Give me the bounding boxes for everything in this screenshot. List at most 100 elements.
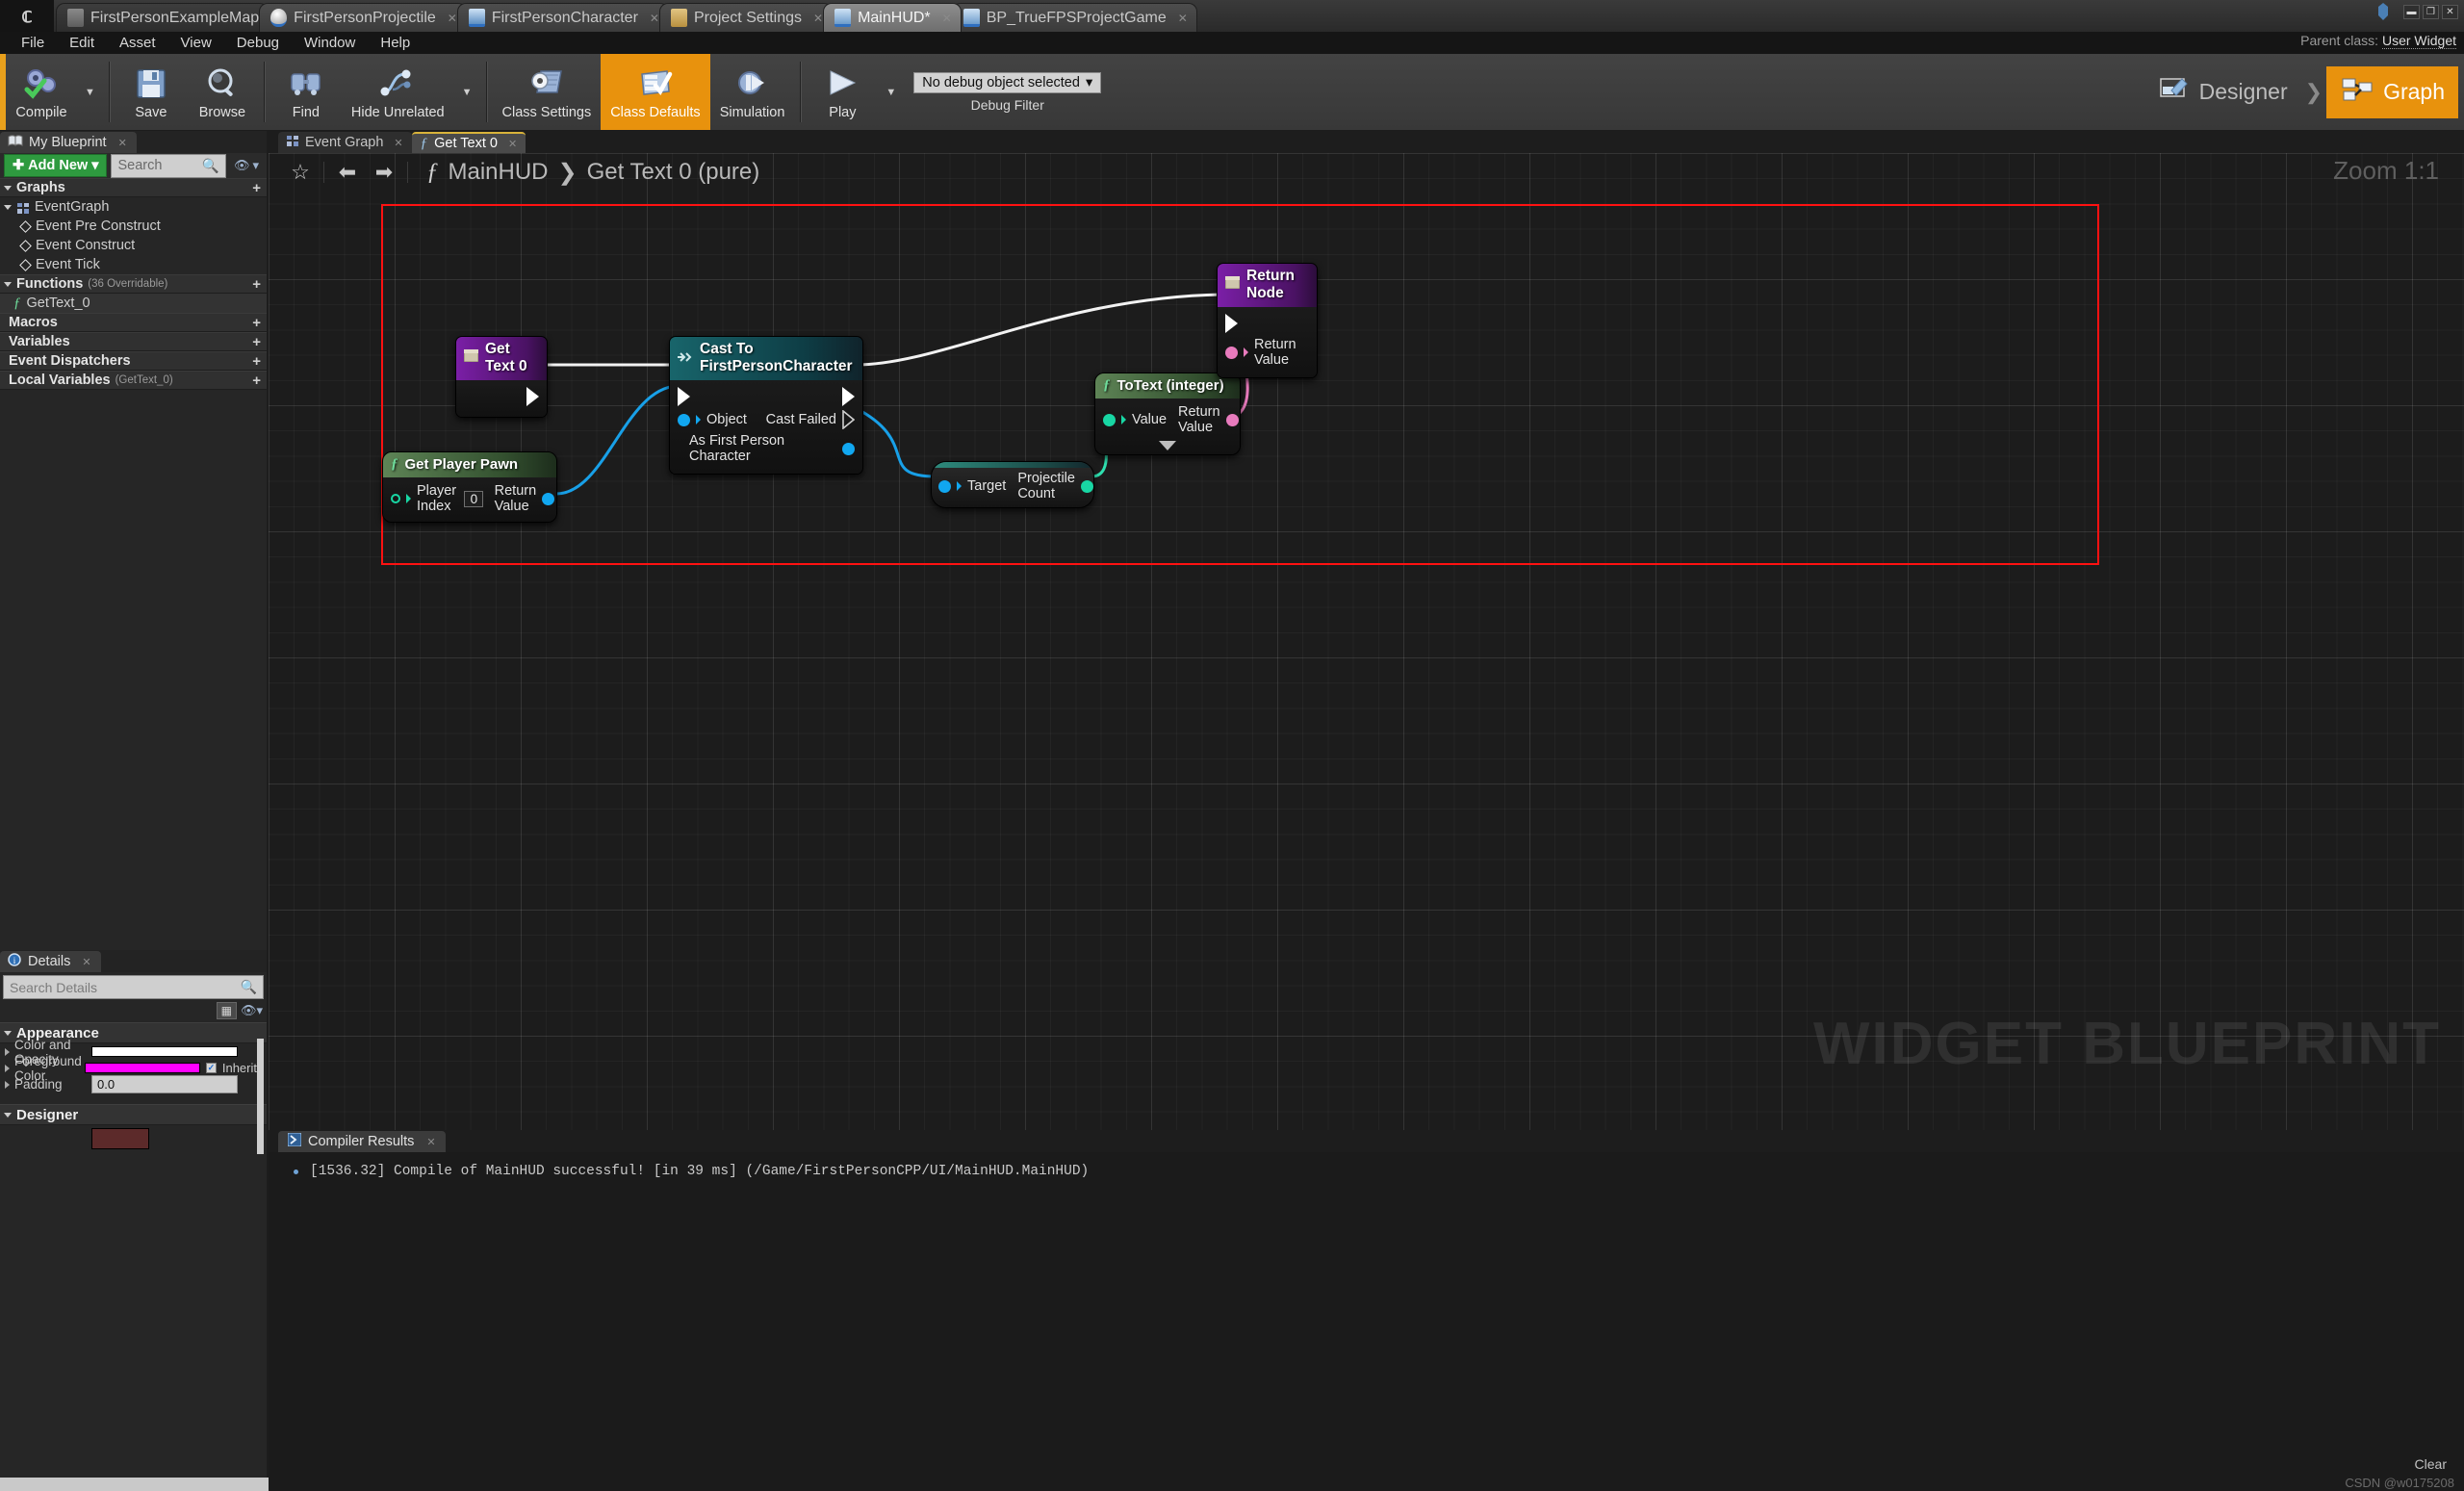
pin-cast-failed-output[interactable]: Cast Failed <box>766 410 855 429</box>
details-search-input[interactable]: Search Details 🔍 <box>3 975 264 999</box>
tab-get-text-0[interactable]: ƒ Get Text 0 ✕ <box>412 132 526 153</box>
close-icon[interactable]: ✕ <box>82 956 90 968</box>
tab-my-blueprint[interactable]: My Blueprint ✕ <box>0 132 137 153</box>
back-arrow-icon[interactable]: ⬅ <box>329 156 366 189</box>
window-tab-5[interactable]: BP_TrueFPSProjectGame ✕ <box>952 3 1197 32</box>
visibility-filter-button[interactable]: 👁 ▾ <box>230 158 263 173</box>
clear-button[interactable]: Clear <box>2415 1456 2447 1472</box>
tree-item-event-pre-construct[interactable]: Event Pre Construct <box>0 217 267 236</box>
close-icon[interactable]: ✕ <box>448 12 457 25</box>
add-dispatcher-icon[interactable]: + <box>252 353 261 370</box>
details-category-designer[interactable]: Designer <box>0 1104 267 1125</box>
debug-object-select[interactable]: No debug object selected ▾ <box>913 72 1101 93</box>
window-tab-2[interactable]: FirstPersonCharacter ✕ <box>457 3 669 32</box>
close-icon[interactable]: ✕ <box>508 138 517 150</box>
pin-return-value-input[interactable]: Return Value <box>1225 337 1309 368</box>
menu-item-window[interactable]: Window <box>292 33 368 53</box>
node-get-player-pawn[interactable]: ƒ Get Player Pawn Player Index 0 Return … <box>382 451 557 523</box>
menu-item-view[interactable]: View <box>168 33 224 53</box>
section-local-variables[interactable]: Local Variables (GetText_0) + <box>0 371 267 390</box>
close-icon[interactable]: ✕ <box>118 137 127 149</box>
exec-input-pin[interactable] <box>1225 314 1238 333</box>
details-scrollbar[interactable] <box>257 1039 264 1154</box>
hide-unrelated-dropdown-arrow[interactable]: ▼ <box>454 54 480 130</box>
close-icon[interactable]: ✕ <box>813 12 823 25</box>
class-settings-button[interactable]: Class Settings <box>493 54 602 130</box>
breadcrumb-item-current[interactable]: Get Text 0 (pure) <box>587 159 760 186</box>
tree-item-gettext0[interactable]: ƒ GetText_0 <box>0 294 267 313</box>
breadcrumb-item-root[interactable]: MainHUD <box>449 159 549 186</box>
add-new-button[interactable]: ✚ Add New ▾ <box>4 154 107 177</box>
node-get-text-0[interactable]: Get Text 0 <box>455 336 548 418</box>
pin-object-input[interactable]: Object <box>678 412 747 427</box>
expand-triangle-icon[interactable] <box>5 1081 10 1089</box>
add-variable-icon[interactable]: + <box>252 334 261 350</box>
pin-projectile-count-output[interactable]: Projectile Count <box>1017 471 1093 501</box>
node-projectile-count[interactable]: Target Projectile Count <box>931 461 1094 508</box>
color-swatch[interactable] <box>91 1128 149 1149</box>
graph-mode-button[interactable]: Graph <box>2326 66 2458 118</box>
add-function-icon[interactable]: + <box>252 276 261 293</box>
pin-return-value-output[interactable]: Return Value <box>1178 404 1239 435</box>
menu-item-help[interactable]: Help <box>368 33 423 53</box>
parent-class-value[interactable]: User Widget <box>2382 33 2456 49</box>
pin-return-value-output[interactable]: Return Value <box>495 483 555 514</box>
node-totext-integer[interactable]: ƒ ToText (integer) Value Return Value <box>1094 373 1241 455</box>
inherit-checkbox[interactable]: ✓ <box>206 1063 217 1073</box>
close-button[interactable]: ✕ <box>2442 5 2458 19</box>
section-variables[interactable]: Variables + <box>0 332 267 351</box>
my-blueprint-search-input[interactable]: Search 🔍 <box>111 154 225 178</box>
minimize-button[interactable]: ▬ <box>2403 5 2420 19</box>
bookmark-star-icon[interactable]: ☆ <box>282 156 319 189</box>
section-functions[interactable]: Functions (36 Overridable) + <box>0 274 267 294</box>
details-grid-view-button[interactable]: ▦ <box>217 1002 237 1019</box>
menu-item-asset[interactable]: Asset <box>107 33 168 53</box>
section-graphs[interactable]: Graphs + <box>0 178 267 197</box>
compiler-message-row[interactable]: [1536.32] Compile of MainHUD successful!… <box>269 1152 2464 1179</box>
tab-compiler-results[interactable]: Compiler Results ✕ <box>278 1131 446 1152</box>
tree-item-event-construct[interactable]: Event Construct <box>0 236 267 255</box>
tree-item-eventgraph[interactable]: EventGraph <box>0 197 267 217</box>
window-tab-4[interactable]: MainHUD* ✕ <box>823 3 962 32</box>
graph-canvas[interactable]: ☆ ⬅ ➡ ƒ MainHUD ❯ Get Text 0 (pure) Zoom… <box>269 153 2464 1130</box>
designer-mode-button[interactable]: Designer <box>2144 66 2301 118</box>
simulation-button[interactable]: Simulation <box>710 54 795 130</box>
browse-button[interactable]: Browse <box>187 54 258 130</box>
expand-node-caret-icon[interactable] <box>1159 441 1176 450</box>
play-dropdown-arrow[interactable]: ▼ <box>878 54 904 130</box>
save-button[interactable]: Save <box>116 54 187 130</box>
exec-output-pin[interactable] <box>526 387 539 406</box>
add-macro-icon[interactable]: + <box>252 315 261 331</box>
player-index-value-input[interactable]: 0 <box>464 491 483 507</box>
pin-target-input[interactable]: Target <box>938 478 1006 494</box>
close-icon[interactable]: ✕ <box>394 137 402 149</box>
pin-as-first-person-character-output[interactable]: As First Person Character <box>689 433 855 464</box>
expand-triangle-icon[interactable] <box>5 1065 10 1072</box>
add-local-variable-icon[interactable]: + <box>252 373 261 389</box>
find-button[interactable]: Find <box>270 54 342 130</box>
menu-item-file[interactable]: File <box>9 33 57 53</box>
close-icon[interactable]: ✕ <box>1178 12 1188 25</box>
compile-dropdown-arrow[interactable]: ▼ <box>77 54 103 130</box>
exec-output-pin[interactable] <box>842 387 855 406</box>
section-macros[interactable]: Macros + <box>0 313 267 332</box>
class-defaults-button[interactable]: Class Defaults <box>601 54 709 130</box>
restore-button[interactable]: ❐ <box>2423 5 2439 19</box>
tab-details[interactable]: i Details ✕ <box>0 951 101 972</box>
node-cast-to-firstpersoncharacter[interactable]: Cast To FirstPersonCharacter Object <box>669 336 863 475</box>
window-tab-1[interactable]: FirstPersonProjectile ✕ <box>259 3 467 32</box>
play-button[interactable]: Play <box>807 54 878 130</box>
color-swatch[interactable] <box>85 1063 200 1073</box>
compile-button[interactable]: Compile <box>6 54 77 130</box>
padding-input[interactable]: 0.0 <box>91 1075 238 1093</box>
node-return[interactable]: Return Node Return Value <box>1217 263 1318 378</box>
exec-input-pin[interactable] <box>678 387 690 406</box>
color-swatch[interactable] <box>91 1046 238 1057</box>
tree-item-event-tick[interactable]: Event Tick <box>0 255 267 274</box>
window-tab-0[interactable]: FirstPersonExampleMap <box>56 3 269 32</box>
close-icon[interactable]: ✕ <box>650 12 659 25</box>
add-graph-icon[interactable]: + <box>252 180 261 196</box>
menu-item-edit[interactable]: Edit <box>57 33 107 53</box>
window-tab-3[interactable]: Project Settings ✕ <box>659 3 833 32</box>
section-event-dispatchers[interactable]: Event Dispatchers + <box>0 351 267 371</box>
